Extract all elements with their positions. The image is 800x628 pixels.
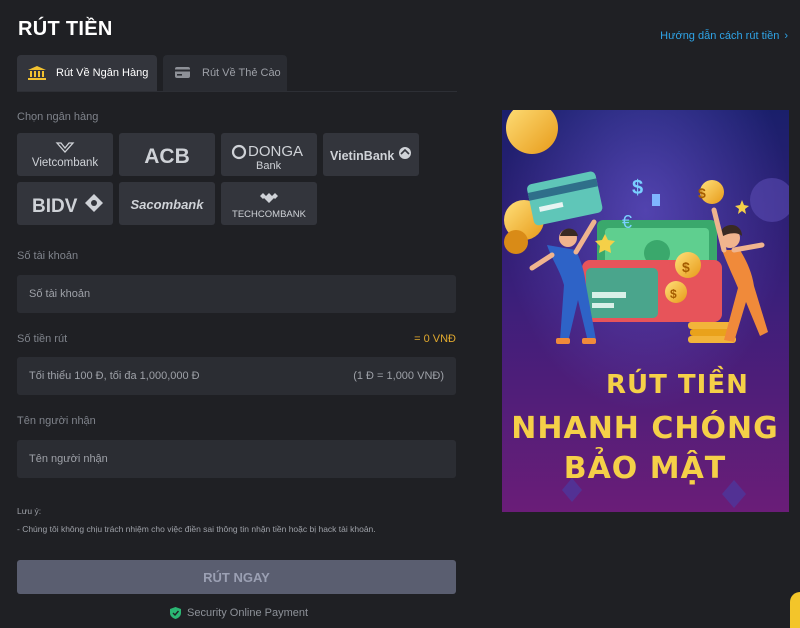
svg-text:$: $ bbox=[670, 287, 677, 301]
promo-illustration: $ € $ $ $ RÚT TIỀN NHANH CHÓNG BẢO MẬT bbox=[502, 110, 789, 512]
security-label: Security Online Payment bbox=[187, 607, 309, 619]
recipient-label: Tên người nhận bbox=[17, 415, 96, 427]
promo-banner: $ € $ $ $ RÚT TIỀN NHANH CHÓNG BẢO MẬT bbox=[502, 110, 789, 512]
note-title: Lưu ý: bbox=[17, 506, 42, 516]
security-badge: Security Online Payment bbox=[170, 607, 308, 619]
tab-card-label: Rút Về Thẻ Cào bbox=[202, 67, 281, 79]
bidv-logo-text: BIDV bbox=[32, 196, 78, 217]
donga-logo-text: DONGA bbox=[248, 143, 303, 160]
svg-text:$: $ bbox=[698, 185, 706, 201]
svg-text:€: € bbox=[622, 212, 632, 232]
withdraw-submit-label: RÚT NGAY bbox=[203, 569, 270, 585]
bank-vietcombank[interactable]: Vietcombank bbox=[17, 133, 113, 176]
chevron-right-icon: › bbox=[784, 30, 788, 42]
bank-bidv[interactable]: BIDV bbox=[17, 182, 113, 225]
vietinbank-logo: VietinBank bbox=[330, 146, 411, 163]
account-number-input[interactable]: Số tài khoản bbox=[17, 275, 456, 313]
bank-donga[interactable]: DONGA Bank bbox=[221, 133, 317, 176]
sacombank-logo: Sacombank bbox=[131, 197, 205, 212]
techcombank-logo-text: TECHCOMBANK bbox=[232, 209, 307, 220]
acb-logo-text: ACB bbox=[144, 145, 190, 168]
vietcombank-logo-text: Vietcombank bbox=[32, 157, 99, 169]
banner-line1: RÚT TIỀN bbox=[606, 365, 749, 400]
note-text: - Chúng tôi không chịu trách nhiệm cho v… bbox=[17, 524, 376, 534]
bank-sacombank[interactable]: Sacombank bbox=[119, 182, 215, 225]
recipient-name-placeholder: Tên người nhận bbox=[29, 453, 108, 465]
techcombank-logo: TECHCOMBANK bbox=[232, 192, 307, 220]
svg-text:$: $ bbox=[632, 177, 643, 199]
card-icon bbox=[174, 66, 192, 80]
guide-link[interactable]: Hướng dẫn cách rút tiền › bbox=[660, 30, 788, 42]
bank-techcombank[interactable]: TECHCOMBANK bbox=[221, 182, 317, 225]
bank-acb[interactable]: ACB bbox=[119, 133, 215, 176]
shield-icon bbox=[170, 607, 181, 619]
donga-logo: DONGA Bank bbox=[231, 143, 303, 172]
withdraw-submit-button[interactable]: RÚT NGAY bbox=[17, 560, 456, 594]
bidv-logo: BIDV bbox=[32, 193, 103, 217]
banner-line3: BẢO MẬT bbox=[564, 447, 727, 486]
guide-link-label: Hướng dẫn cách rút tiền bbox=[660, 30, 780, 42]
account-number-placeholder: Số tài khoản bbox=[29, 288, 91, 300]
svg-text:$: $ bbox=[682, 259, 690, 275]
banner-line2: NHANH CHÓNG bbox=[511, 409, 778, 446]
page-title: RÚT TIỀN bbox=[18, 18, 113, 40]
donga-logo-subtext: Bank bbox=[256, 160, 282, 172]
acb-logo: ACB bbox=[144, 145, 190, 168]
vietinbank-logo-text: VietinBank bbox=[330, 149, 394, 163]
tab-card[interactable]: Rút Về Thẻ Cào bbox=[163, 55, 287, 91]
recipient-name-input[interactable]: Tên người nhận bbox=[17, 440, 456, 478]
bank-section-label: Chọn ngân hàng bbox=[17, 111, 99, 123]
bank-icon bbox=[28, 66, 46, 80]
account-label: Số tài khoản bbox=[17, 250, 79, 262]
tab-bank[interactable]: Rút Về Ngân Hàng bbox=[17, 55, 157, 91]
amount-input[interactable]: Tối thiểu 100 Đ, tối đa 1,000,000 Đ (1 Đ… bbox=[17, 357, 456, 395]
sacombank-logo-text: Sacombank bbox=[131, 197, 205, 212]
tab-bank-label: Rút Về Ngân Hàng bbox=[56, 67, 149, 79]
corner-decoration bbox=[790, 592, 800, 628]
amount-rate-hint: (1 Đ = 1,000 VNĐ) bbox=[353, 370, 444, 382]
amount-placeholder: Tối thiểu 100 Đ, tối đa 1,000,000 Đ bbox=[29, 370, 200, 382]
bank-vietinbank[interactable]: VietinBank bbox=[323, 133, 419, 176]
amount-converted-value: = 0 VNĐ bbox=[414, 333, 456, 345]
vietcombank-logo: Vietcombank bbox=[32, 141, 99, 169]
amount-label: Số tiền rút bbox=[17, 333, 68, 345]
withdraw-tabs: Rút Về Ngân Hàng Rút Về Thẻ Cào bbox=[17, 55, 457, 92]
